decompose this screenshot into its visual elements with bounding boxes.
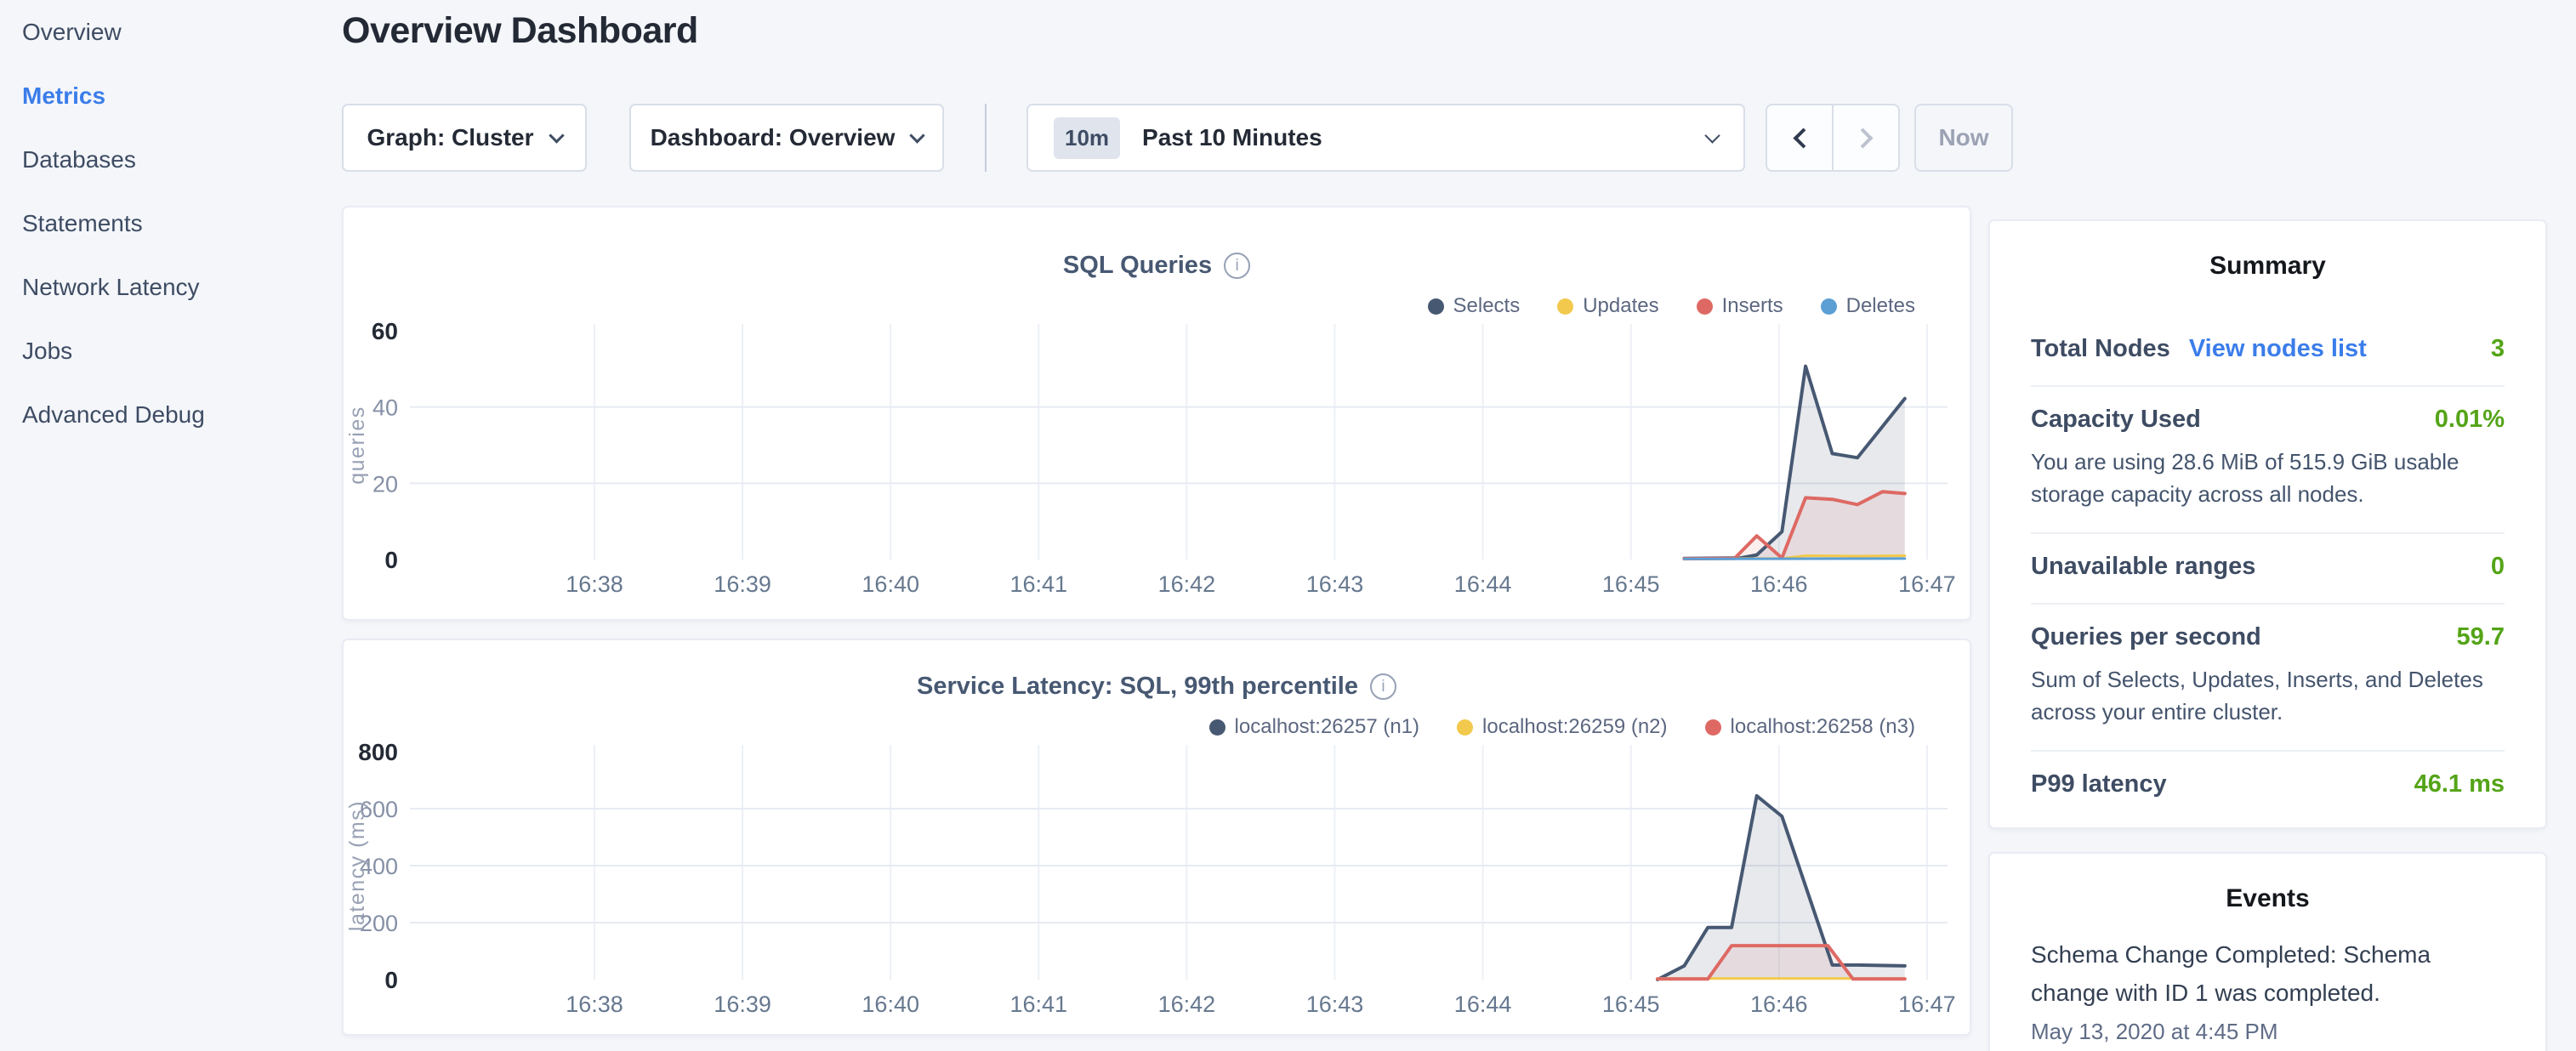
controls-divider (985, 104, 987, 172)
summary-row-total-nodes: Total Nodes View nodes list 3 (2031, 316, 2505, 385)
svg-text:16:42: 16:42 (1158, 991, 1216, 1017)
sql-queries-chart[interactable]: 16:38 16:39 16:40 16:41 16:42 16:43 16:44 16:45… (344, 207, 1970, 619)
time-forward-button[interactable] (1832, 105, 1898, 170)
summary-row-queries-per-second: Queries per second 59.7 Sum of Selects, … (2031, 603, 2505, 750)
sidebar-item-label: Overview (22, 19, 122, 46)
events-heading: Events (1990, 884, 2545, 913)
svg-text:queries: queries (345, 406, 369, 485)
svg-text:16:42: 16:42 (1158, 571, 1216, 597)
svg-text:16:45: 16:45 (1602, 571, 1660, 597)
sidebar: Overview Metrics Databases Statements Ne… (0, 0, 342, 446)
svg-text:latency (ms): latency (ms) (345, 800, 369, 931)
svg-text:800: 800 (358, 739, 398, 765)
sidebar-item-label: Jobs (22, 338, 72, 365)
view-nodes-list-link[interactable]: View nodes list (2189, 335, 2367, 363)
sql-queries-chart-card: SQL Queries Selects Updates Inserts Dele… (342, 206, 1971, 621)
time-range-dropdown[interactable]: 10m Past 10 Minutes (1026, 104, 1745, 172)
svg-text:16:43: 16:43 (1306, 571, 1364, 597)
dashboard-controls: Graph: Cluster Dashboard: Overview 10m P… (342, 104, 2013, 172)
summary-row-subtext: Sum of Selects, Updates, Inserts, and De… (2031, 663, 2505, 728)
page-title: Overview Dashboard (342, 10, 698, 52)
service-latency-chart-card: Service Latency: SQL, 99th percentile lo… (342, 639, 1971, 1036)
sidebar-item-label: Statements (22, 210, 143, 237)
summary-row-p99-latency: P99 latency 46.1 ms (2031, 750, 2505, 821)
sidebar-item-jobs[interactable]: Jobs (0, 319, 342, 383)
dashboard-label: Dashboard: Overview (651, 124, 896, 151)
summary-row-label: Unavailable ranges (2031, 553, 2255, 581)
svg-text:16:41: 16:41 (1010, 991, 1068, 1017)
sidebar-item-databases[interactable]: Databases (0, 128, 342, 191)
sidebar-item-label: Metrics (22, 82, 105, 110)
time-step-button-group (1766, 104, 1900, 172)
chevron-right-icon (1852, 128, 1873, 148)
summary-row-value: 59.7 (2457, 623, 2505, 651)
chevron-left-icon (1793, 128, 1813, 148)
svg-text:16:41: 16:41 (1010, 571, 1068, 597)
summary-row-label: Total Nodes (2031, 335, 2170, 363)
sidebar-item-advanced-debug[interactable]: Advanced Debug (0, 383, 342, 446)
summary-row-value: 0 (2491, 553, 2505, 581)
svg-text:60: 60 (372, 318, 398, 344)
service-latency-chart[interactable]: 16:38 16:39 16:40 16:41 16:42 16:43 16:44 16:45… (344, 640, 1970, 1034)
summary-row-label: P99 latency (2031, 770, 2167, 798)
graph-scope-label: Graph: Cluster (367, 124, 533, 151)
svg-text:16:40: 16:40 (862, 991, 919, 1017)
sidebar-item-network-latency[interactable]: Network Latency (0, 255, 342, 319)
event-item-timestamp: May 13, 2020 at 4:45 PM (2031, 1019, 2505, 1045)
summary-row-value: 46.1 ms (2414, 770, 2505, 798)
svg-text:16:43: 16:43 (1306, 991, 1364, 1017)
summary-row-value: 3 (2491, 335, 2505, 363)
time-back-button[interactable] (1767, 105, 1832, 170)
summary-heading: Summary (1990, 252, 2545, 281)
svg-text:16:40: 16:40 (862, 571, 919, 597)
svg-text:16:44: 16:44 (1454, 571, 1512, 597)
svg-text:16:44: 16:44 (1454, 991, 1512, 1017)
sidebar-item-metrics[interactable]: Metrics (0, 64, 342, 128)
svg-text:16:46: 16:46 (1750, 991, 1808, 1017)
svg-text:20: 20 (372, 471, 398, 497)
summary-row-unavailable-ranges: Unavailable ranges 0 (2031, 532, 2505, 603)
summary-row-label: Queries per second (2031, 623, 2261, 651)
time-window-label: Past 10 Minutes (1142, 124, 1322, 151)
svg-text:16:47: 16:47 (1898, 571, 1956, 597)
events-panel: Events Schema Change Completed: Schema c… (1988, 852, 2547, 1051)
sidebar-item-label: Databases (22, 146, 136, 173)
event-item-text[interactable]: Schema Change Completed: Schema change w… (2031, 935, 2505, 1012)
graph-scope-dropdown[interactable]: Graph: Cluster (342, 104, 587, 172)
sidebar-item-label: Advanced Debug (22, 401, 205, 429)
svg-text:16:38: 16:38 (566, 991, 623, 1017)
chevron-down-icon (549, 128, 564, 143)
sidebar-item-label: Network Latency (22, 274, 200, 301)
svg-text:16:38: 16:38 (566, 571, 623, 597)
sidebar-item-statements[interactable]: Statements (0, 191, 342, 255)
chevron-down-icon (1704, 128, 1720, 143)
summary-row-value: 0.01% (2435, 406, 2505, 434)
summary-row-subtext: You are using 28.6 MiB of 515.9 GiB usab… (2031, 446, 2505, 510)
db-console-page: Overview Metrics Databases Statements Ne… (0, 0, 2576, 1051)
svg-text:16:39: 16:39 (714, 991, 771, 1017)
svg-text:0: 0 (384, 547, 398, 573)
svg-text:16:46: 16:46 (1750, 571, 1808, 597)
dashboard-dropdown[interactable]: Dashboard: Overview (629, 104, 944, 172)
now-button[interactable]: Now (1914, 104, 2013, 172)
svg-text:16:39: 16:39 (714, 571, 771, 597)
summary-panel: Summary Total Nodes View nodes list 3 Ca… (1988, 219, 2547, 829)
svg-text:16:45: 16:45 (1602, 991, 1660, 1017)
svg-text:0: 0 (384, 967, 398, 993)
svg-text:40: 40 (372, 395, 398, 421)
svg-text:16:47: 16:47 (1898, 991, 1956, 1017)
chevron-down-icon (910, 128, 925, 143)
summary-row-capacity-used: Capacity Used 0.01% You are using 28.6 M… (2031, 385, 2505, 532)
summary-rows: Total Nodes View nodes list 3 Capacity U… (1990, 316, 2545, 821)
sidebar-item-overview[interactable]: Overview (0, 0, 342, 64)
time-window-badge: 10m (1054, 117, 1120, 159)
summary-row-label: Capacity Used (2031, 406, 2201, 434)
